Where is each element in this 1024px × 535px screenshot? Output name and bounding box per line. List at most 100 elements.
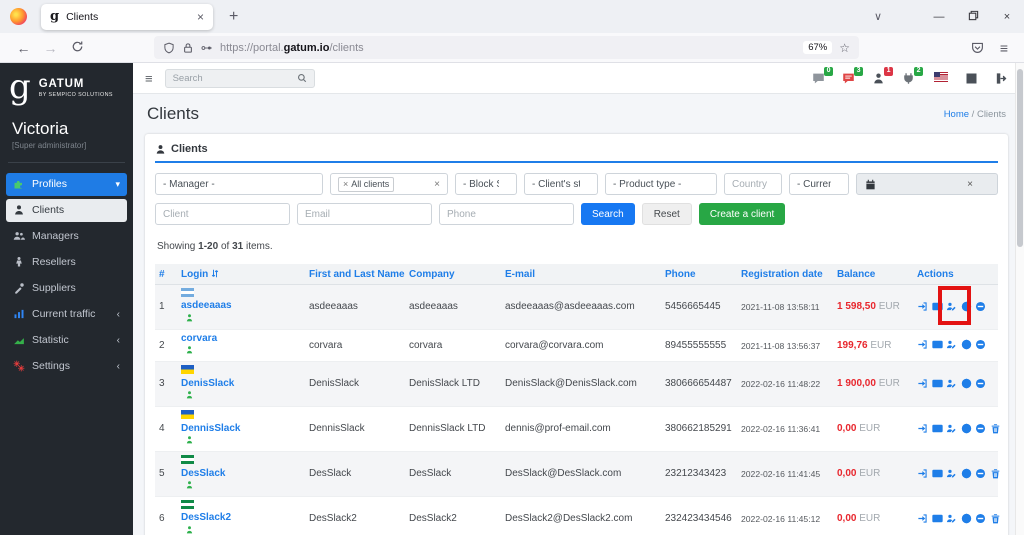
zoom-level-badge[interactable]: 67% [803, 41, 832, 54]
pocket-icon[interactable] [971, 41, 984, 54]
col-header-balance: Balance [833, 264, 913, 285]
clear-date-icon[interactable]: × [967, 179, 973, 190]
create-client-button[interactable]: Create a client [699, 203, 785, 225]
panel-header: Clients [155, 143, 998, 163]
url-bar[interactable]: https://portal.gatum.io/clients 67% ☆ [154, 36, 859, 59]
block-icon[interactable] [975, 378, 986, 389]
bookmark-star-icon[interactable]: ☆ [839, 41, 850, 55]
clients-filter-multiselect[interactable]: ×All clients × [330, 173, 448, 195]
block-icon[interactable] [975, 513, 986, 524]
block-status-select[interactable]: - Block Status - [455, 173, 517, 195]
language-us-flag-icon[interactable] [934, 72, 948, 85]
country-input[interactable] [724, 173, 782, 195]
block-icon[interactable] [975, 423, 986, 434]
sidebar-item-current-traffic[interactable]: Current traffic‹ [6, 303, 127, 326]
payments-icon[interactable] [932, 468, 943, 479]
client-login-link[interactable]: DesSlack [181, 468, 301, 480]
sidebar-item-clients[interactable]: Clients [6, 199, 127, 222]
globe-icon[interactable] [961, 513, 972, 524]
restore-button[interactable] [956, 10, 990, 24]
client-input[interactable] [155, 203, 290, 225]
block-icon[interactable] [975, 301, 986, 312]
email-input[interactable] [297, 203, 432, 225]
connections-icon[interactable]: 2 [902, 72, 915, 85]
globe-icon[interactable] [961, 468, 972, 479]
client-login-link[interactable]: DennisSlack [181, 423, 301, 435]
block-icon[interactable] [975, 339, 986, 350]
chevron-left-icon: ‹ [117, 309, 120, 320]
sidebar-item-managers[interactable]: Managers [6, 225, 127, 248]
client-login-link[interactable]: DesSlack2 [181, 512, 301, 524]
new-tab-button[interactable]: + [229, 8, 238, 26]
menu-hamburger-icon[interactable]: ≡ [1000, 40, 1008, 56]
search-button[interactable]: Search [581, 203, 635, 225]
alerts-icon[interactable]: 3 [842, 72, 855, 85]
page-scrollbar[interactable] [1015, 63, 1024, 535]
date-range-picker[interactable]: × [856, 173, 998, 195]
col-header-login[interactable]: Login [177, 264, 305, 285]
reset-button[interactable]: Reset [642, 203, 692, 225]
back-icon[interactable]: ← [10, 40, 37, 56]
login-as-icon[interactable] [917, 468, 928, 479]
clear-filter-icon[interactable]: × [434, 179, 440, 190]
payments-icon[interactable] [932, 423, 943, 434]
shield-icon[interactable] [163, 42, 175, 54]
apps-grid-icon[interactable] [965, 72, 978, 85]
login-as-icon[interactable] [917, 378, 928, 389]
edit-user-icon[interactable] [946, 468, 957, 479]
sidebar-item-statistic[interactable]: Statistic‹ [6, 329, 127, 352]
sidebar-item-resellers[interactable]: Resellers [6, 251, 127, 274]
logout-icon[interactable] [995, 72, 1008, 85]
login-as-icon[interactable] [917, 423, 928, 434]
client-login-link[interactable]: asdeeaaas [181, 300, 301, 312]
block-icon[interactable] [975, 468, 986, 479]
client-stat-select[interactable]: - Client's stat - [524, 173, 598, 195]
currency-select[interactable]: - Currency - [789, 173, 849, 195]
delete-icon[interactable] [990, 513, 1001, 524]
sidebar-item-suppliers[interactable]: Suppliers [6, 277, 127, 300]
online-clients-icon[interactable]: 1 [872, 72, 885, 85]
filter-tag[interactable]: ×All clients [338, 177, 394, 192]
close-window-button[interactable]: × [990, 11, 1024, 23]
messages-icon[interactable]: 0 [812, 72, 825, 85]
minimize-button[interactable]: — [922, 11, 956, 23]
permissions-icon[interactable] [201, 42, 213, 54]
lock-icon[interactable] [182, 42, 194, 54]
manager-select[interactable]: - Manager - [155, 173, 323, 195]
brand[interactable]: g GATUM BY SEMPICO SOLUTIONS [0, 63, 133, 105]
firefox-logo-icon[interactable] [10, 8, 27, 25]
delete-icon[interactable] [990, 468, 1001, 479]
edit-user-icon[interactable] [946, 301, 957, 312]
client-login-link[interactable]: corvara [181, 333, 301, 345]
edit-user-icon[interactable] [946, 378, 957, 389]
payments-icon[interactable] [932, 378, 943, 389]
globe-icon[interactable] [961, 378, 972, 389]
scrollbar-thumb[interactable] [1017, 69, 1023, 247]
payments-icon[interactable] [932, 339, 943, 350]
edit-user-icon[interactable] [946, 423, 957, 434]
topbar-search-input[interactable]: Search [165, 69, 315, 88]
forward-icon[interactable]: → [37, 40, 64, 56]
delete-icon[interactable] [990, 423, 1001, 434]
phone-input[interactable] [439, 203, 574, 225]
search-icon[interactable] [297, 73, 307, 83]
globe-icon[interactable] [961, 423, 972, 434]
reload-icon[interactable] [64, 40, 91, 56]
sidebar-item-settings[interactable]: Settings‹ [6, 355, 127, 378]
edit-user-icon[interactable] [946, 339, 957, 350]
login-as-icon[interactable] [917, 513, 928, 524]
sidebar-toggle-icon[interactable]: ≡ [145, 71, 153, 86]
payments-icon[interactable] [932, 513, 943, 524]
browser-tab[interactable]: g Clients × [41, 4, 213, 30]
list-tabs-chevron-icon[interactable]: ∨ [874, 10, 882, 23]
login-as-icon[interactable] [917, 301, 928, 312]
client-login-link[interactable]: DenisSlack [181, 378, 301, 390]
remove-tag-icon: × [343, 179, 348, 189]
sidebar-item-profiles[interactable]: Profiles▾ [6, 173, 127, 196]
tab-close-icon[interactable]: × [197, 10, 204, 24]
breadcrumb-home-link[interactable]: Home [944, 109, 969, 120]
product-type-select[interactable]: - Product type - [605, 173, 717, 195]
login-as-icon[interactable] [917, 339, 928, 350]
edit-user-icon[interactable] [946, 513, 957, 524]
globe-icon[interactable] [961, 339, 972, 350]
